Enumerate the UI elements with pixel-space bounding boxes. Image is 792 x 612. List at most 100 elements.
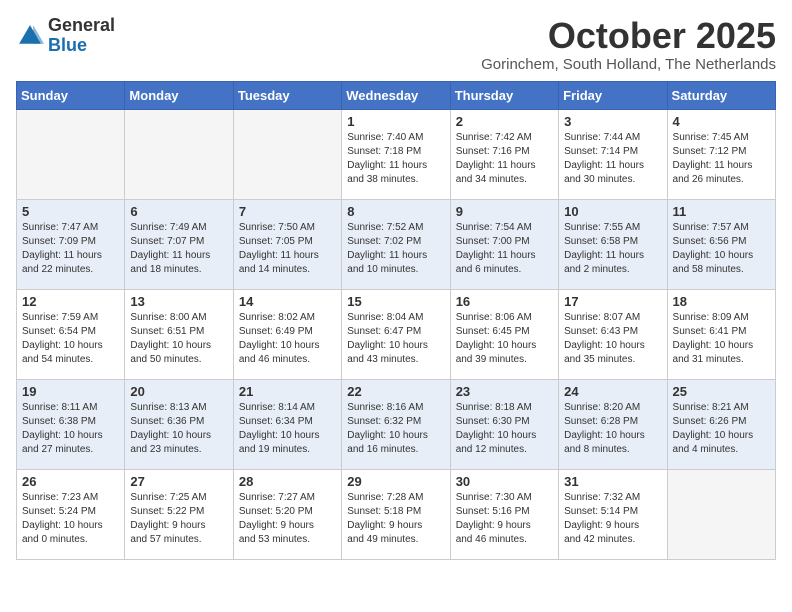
calendar-cell: 16 Sunrise: 8:06 AM Sunset: 6:45 PM Dayli… bbox=[450, 289, 558, 379]
calendar-cell: 3 Sunrise: 7:44 AM Sunset: 7:14 PM Daylig… bbox=[559, 109, 667, 199]
calendar-cell: 5 Sunrise: 7:47 AM Sunset: 7:09 PM Daylig… bbox=[17, 199, 125, 289]
calendar-cell: 28 Sunrise: 7:27 AM Sunset: 5:20 PM Dayli… bbox=[233, 469, 341, 559]
calendar-cell: 4 Sunrise: 7:45 AM Sunset: 7:12 PM Daylig… bbox=[667, 109, 775, 199]
day-number: 21 bbox=[239, 384, 336, 399]
calendar-cell: 15 Sunrise: 8:04 AM Sunset: 6:47 PM Dayli… bbox=[342, 289, 450, 379]
day-info: Sunrise: 7:59 AM Sunset: 6:54 PM Dayligh… bbox=[22, 311, 119, 367]
day-number: 22 bbox=[347, 384, 444, 399]
calendar-cell: 18 Sunrise: 8:09 AM Sunset: 6:41 PM Dayli… bbox=[667, 289, 775, 379]
logo-text: General Blue bbox=[48, 16, 115, 56]
calendar-cell: 22 Sunrise: 8:16 AM Sunset: 6:32 PM Dayli… bbox=[342, 379, 450, 469]
header-monday: Monday bbox=[125, 81, 233, 109]
calendar-cell: 6 Sunrise: 7:49 AM Sunset: 7:07 PM Daylig… bbox=[125, 199, 233, 289]
day-info: Sunrise: 7:52 AM Sunset: 7:02 PM Dayligh… bbox=[347, 221, 444, 277]
title-block: October 2025 Gorinchem, South Holland, T… bbox=[481, 16, 776, 73]
calendar-cell: 29Sunrise: 7:28 AM Sunset: 5:18 PM Dayli… bbox=[342, 469, 450, 559]
day-number: 14 bbox=[239, 294, 336, 309]
day-number: 2 bbox=[456, 114, 553, 129]
day-number: 25 bbox=[673, 384, 770, 399]
calendar-cell: 26Sunrise: 7:23 AM Sunset: 5:24 PM Dayli… bbox=[17, 469, 125, 559]
day-info: Sunrise: 7:47 AM Sunset: 7:09 PM Dayligh… bbox=[22, 221, 119, 277]
header-row: SundayMondayTuesdayWednesdayThursdayFrid… bbox=[17, 81, 776, 109]
day-number: 11 bbox=[673, 204, 770, 219]
day-number: 1 bbox=[347, 114, 444, 129]
calendar-cell bbox=[667, 469, 775, 559]
day-info: Sunrise: 7:57 AM Sunset: 6:56 PM Dayligh… bbox=[673, 221, 770, 277]
day-number: 6 bbox=[130, 204, 227, 219]
day-info: Sunrise: 7:50 AM Sunset: 7:05 PM Dayligh… bbox=[239, 221, 336, 277]
day-info: Sunrise: 8:02 AM Sunset: 6:49 PM Dayligh… bbox=[239, 311, 336, 367]
day-info: Sunrise: 7:23 AM Sunset: 5:24 PM Dayligh… bbox=[22, 491, 119, 547]
week-row-3: 12 Sunrise: 7:59 AM Sunset: 6:54 PM Dayli… bbox=[17, 289, 776, 379]
day-info: Sunrise: 7:32 AM Sunset: 5:14 PM Dayligh… bbox=[564, 491, 661, 547]
day-info: Sunrise: 7:54 AM Sunset: 7:00 PM Dayligh… bbox=[456, 221, 553, 277]
day-info: Sunrise: 8:18 AM Sunset: 6:30 PM Dayligh… bbox=[456, 401, 553, 457]
calendar-cell: 2 Sunrise: 7:42 AM Sunset: 7:16 PM Daylig… bbox=[450, 109, 558, 199]
calendar-table: SundayMondayTuesdayWednesdayThursdayFrid… bbox=[16, 81, 776, 560]
calendar-cell: 17Sunrise: 8:07 AM Sunset: 6:43 PM Dayli… bbox=[559, 289, 667, 379]
calendar-cell: 30 Sunrise: 7:30 AM Sunset: 5:16 PM Dayli… bbox=[450, 469, 558, 559]
calendar-cell: 23Sunrise: 8:18 AM Sunset: 6:30 PM Dayli… bbox=[450, 379, 558, 469]
day-info: Sunrise: 7:25 AM Sunset: 5:22 PM Dayligh… bbox=[130, 491, 227, 547]
day-number: 27 bbox=[130, 474, 227, 489]
day-number: 3 bbox=[564, 114, 661, 129]
calendar-cell: 27 Sunrise: 7:25 AM Sunset: 5:22 PM Dayli… bbox=[125, 469, 233, 559]
calendar-cell: 13 Sunrise: 8:00 AM Sunset: 6:51 PM Dayli… bbox=[125, 289, 233, 379]
day-info: Sunrise: 7:45 AM Sunset: 7:12 PM Dayligh… bbox=[673, 131, 770, 187]
header-wednesday: Wednesday bbox=[342, 81, 450, 109]
day-info: Sunrise: 7:30 AM Sunset: 5:16 PM Dayligh… bbox=[456, 491, 553, 547]
day-info: Sunrise: 7:44 AM Sunset: 7:14 PM Dayligh… bbox=[564, 131, 661, 187]
day-number: 15 bbox=[347, 294, 444, 309]
day-number: 28 bbox=[239, 474, 336, 489]
day-info: Sunrise: 7:27 AM Sunset: 5:20 PM Dayligh… bbox=[239, 491, 336, 547]
day-number: 4 bbox=[673, 114, 770, 129]
day-number: 31 bbox=[564, 474, 661, 489]
day-info: Sunrise: 8:09 AM Sunset: 6:41 PM Dayligh… bbox=[673, 311, 770, 367]
day-info: Sunrise: 8:14 AM Sunset: 6:34 PM Dayligh… bbox=[239, 401, 336, 457]
calendar-cell: 21 Sunrise: 8:14 AM Sunset: 6:34 PM Dayli… bbox=[233, 379, 341, 469]
day-info: Sunrise: 7:40 AM Sunset: 7:18 PM Dayligh… bbox=[347, 131, 444, 187]
day-number: 16 bbox=[456, 294, 553, 309]
calendar-cell bbox=[17, 109, 125, 199]
day-number: 24 bbox=[564, 384, 661, 399]
subtitle: Gorinchem, South Holland, The Netherland… bbox=[481, 56, 776, 73]
day-info: Sunrise: 7:49 AM Sunset: 7:07 PM Dayligh… bbox=[130, 221, 227, 277]
day-info: Sunrise: 8:00 AM Sunset: 6:51 PM Dayligh… bbox=[130, 311, 227, 367]
day-number: 10 bbox=[564, 204, 661, 219]
calendar-cell: 8 Sunrise: 7:52 AM Sunset: 7:02 PM Daylig… bbox=[342, 199, 450, 289]
logo-icon bbox=[16, 22, 44, 50]
week-row-5: 26Sunrise: 7:23 AM Sunset: 5:24 PM Dayli… bbox=[17, 469, 776, 559]
calendar-cell: 7 Sunrise: 7:50 AM Sunset: 7:05 PM Daylig… bbox=[233, 199, 341, 289]
calendar-cell bbox=[233, 109, 341, 199]
calendar-cell: 11 Sunrise: 7:57 AM Sunset: 6:56 PM Dayli… bbox=[667, 199, 775, 289]
day-info: Sunrise: 8:13 AM Sunset: 6:36 PM Dayligh… bbox=[130, 401, 227, 457]
day-number: 13 bbox=[130, 294, 227, 309]
header-thursday: Thursday bbox=[450, 81, 558, 109]
day-number: 5 bbox=[22, 204, 119, 219]
day-info: Sunrise: 7:42 AM Sunset: 7:16 PM Dayligh… bbox=[456, 131, 553, 187]
logo: General Blue bbox=[16, 16, 115, 56]
day-number: 7 bbox=[239, 204, 336, 219]
calendar-cell: 24 Sunrise: 8:20 AM Sunset: 6:28 PM Dayli… bbox=[559, 379, 667, 469]
day-number: 12 bbox=[22, 294, 119, 309]
day-number: 30 bbox=[456, 474, 553, 489]
calendar-cell: 1 Sunrise: 7:40 AM Sunset: 7:18 PM Daylig… bbox=[342, 109, 450, 199]
day-info: Sunrise: 8:16 AM Sunset: 6:32 PM Dayligh… bbox=[347, 401, 444, 457]
calendar-cell: 12 Sunrise: 7:59 AM Sunset: 6:54 PM Dayli… bbox=[17, 289, 125, 379]
header-saturday: Saturday bbox=[667, 81, 775, 109]
day-info: Sunrise: 8:20 AM Sunset: 6:28 PM Dayligh… bbox=[564, 401, 661, 457]
calendar-cell: 20Sunrise: 8:13 AM Sunset: 6:36 PM Dayli… bbox=[125, 379, 233, 469]
header-friday: Friday bbox=[559, 81, 667, 109]
week-row-2: 5 Sunrise: 7:47 AM Sunset: 7:09 PM Daylig… bbox=[17, 199, 776, 289]
calendar-cell: 31 Sunrise: 7:32 AM Sunset: 5:14 PM Dayli… bbox=[559, 469, 667, 559]
day-number: 29 bbox=[347, 474, 444, 489]
day-info: Sunrise: 8:04 AM Sunset: 6:47 PM Dayligh… bbox=[347, 311, 444, 367]
calendar-cell: 14 Sunrise: 8:02 AM Sunset: 6:49 PM Dayli… bbox=[233, 289, 341, 379]
day-number: 8 bbox=[347, 204, 444, 219]
calendar-cell: 9Sunrise: 7:54 AM Sunset: 7:00 PM Daylig… bbox=[450, 199, 558, 289]
day-number: 18 bbox=[673, 294, 770, 309]
calendar-cell: 10Sunrise: 7:55 AM Sunset: 6:58 PM Dayli… bbox=[559, 199, 667, 289]
week-row-1: 1 Sunrise: 7:40 AM Sunset: 7:18 PM Daylig… bbox=[17, 109, 776, 199]
day-info: Sunrise: 8:06 AM Sunset: 6:45 PM Dayligh… bbox=[456, 311, 553, 367]
day-number: 17 bbox=[564, 294, 661, 309]
